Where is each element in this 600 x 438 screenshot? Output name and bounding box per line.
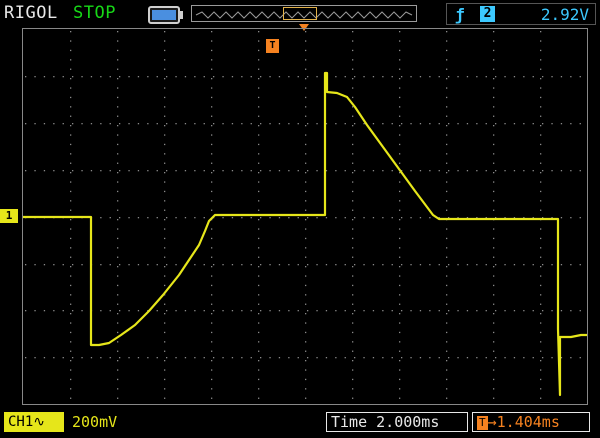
- delay-chip: T: [477, 415, 488, 430]
- channel-badge[interactable]: CH1∿: [4, 412, 64, 432]
- trigger-level-value: 2.92V: [540, 5, 589, 24]
- timebase-value: Time 2.000ms: [331, 413, 440, 431]
- battery-icon: [148, 6, 183, 24]
- memory-view-window[interactable]: [283, 7, 317, 20]
- rising-edge-icon: ƒ: [455, 5, 465, 24]
- ac-coupling-icon: ∿: [33, 414, 46, 430]
- brand-label: RIGOL: [4, 3, 58, 23]
- arrow-right-icon: →: [487, 413, 497, 431]
- channel-scale[interactable]: 200mV: [72, 413, 117, 431]
- trigger-panel[interactable]: ƒ 2 2.92V: [446, 3, 596, 25]
- channel-label: CH1: [8, 414, 34, 430]
- run-state-label[interactable]: STOP: [73, 3, 116, 23]
- memory-depth-bar[interactable]: [191, 5, 417, 22]
- timebase-box[interactable]: Time 2.000ms: [326, 412, 468, 432]
- trigger-delay-box[interactable]: T →1.404ms: [472, 412, 590, 432]
- waveform-display[interactable]: [22, 28, 588, 405]
- ch1-offset-marker[interactable]: 1: [0, 209, 18, 223]
- ch1-waveform: [23, 71, 587, 397]
- delay-value: 1.404ms: [496, 413, 560, 431]
- trigger-source-chip: 2: [480, 6, 495, 22]
- bottom-bar: CH1∿ 200mV Time 2.000ms T →1.404ms: [0, 410, 600, 438]
